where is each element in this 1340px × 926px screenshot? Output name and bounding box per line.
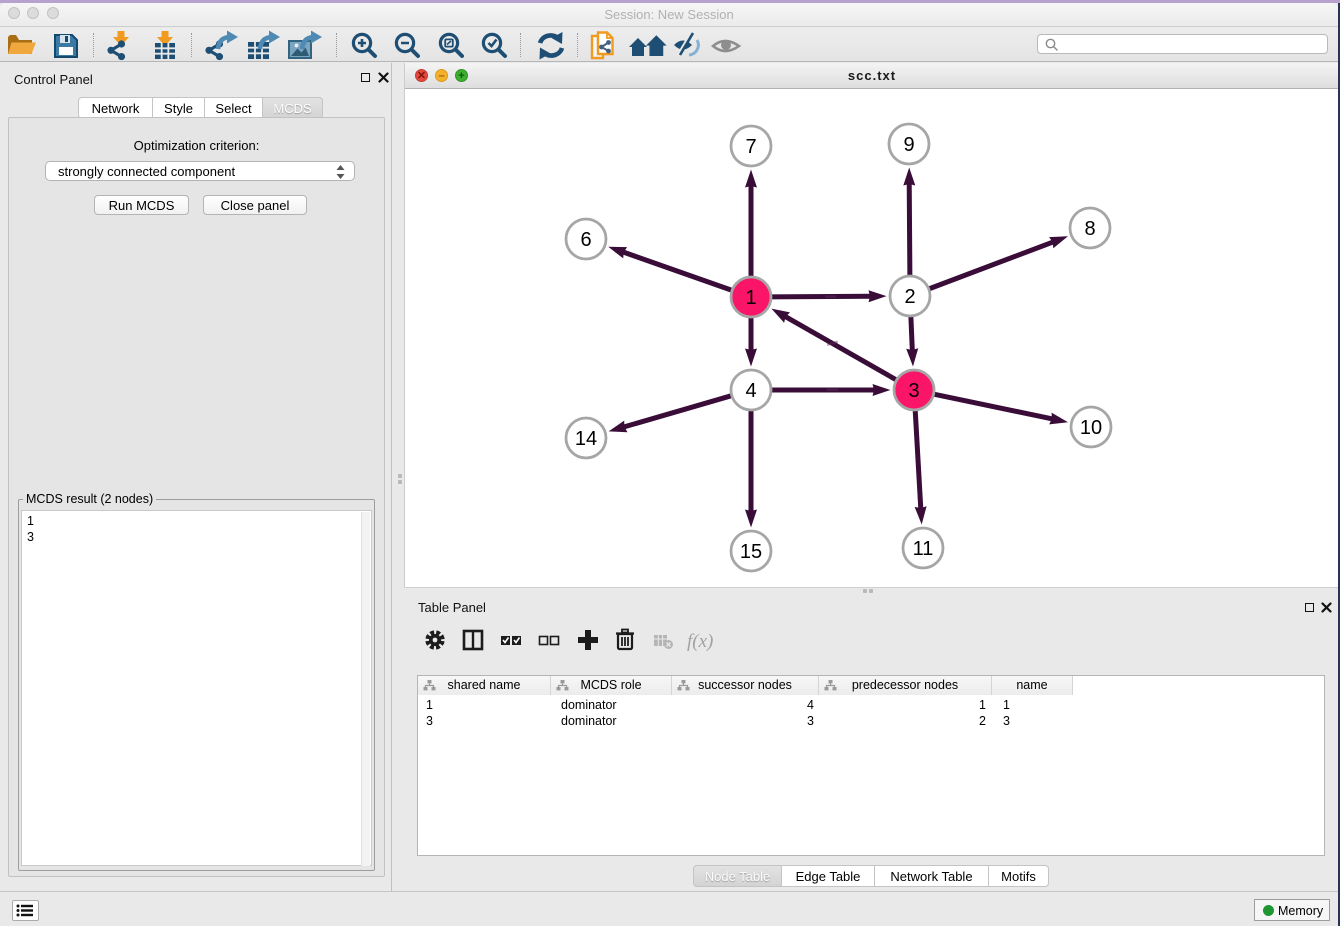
svg-text:10: 10 [1080, 417, 1102, 439]
svg-text:7: 7 [745, 136, 756, 158]
svg-text:9: 9 [903, 134, 914, 156]
svg-text:11: 11 [913, 538, 934, 560]
svg-text:2: 2 [904, 286, 915, 308]
svg-text:8: 8 [1084, 218, 1095, 240]
svg-text:4: 4 [745, 380, 756, 402]
svg-text:1: 1 [745, 287, 756, 309]
svg-text:15: 15 [740, 541, 762, 563]
svg-text:14: 14 [575, 428, 597, 450]
svg-text:6: 6 [580, 229, 591, 251]
svg-text:3: 3 [908, 380, 919, 402]
